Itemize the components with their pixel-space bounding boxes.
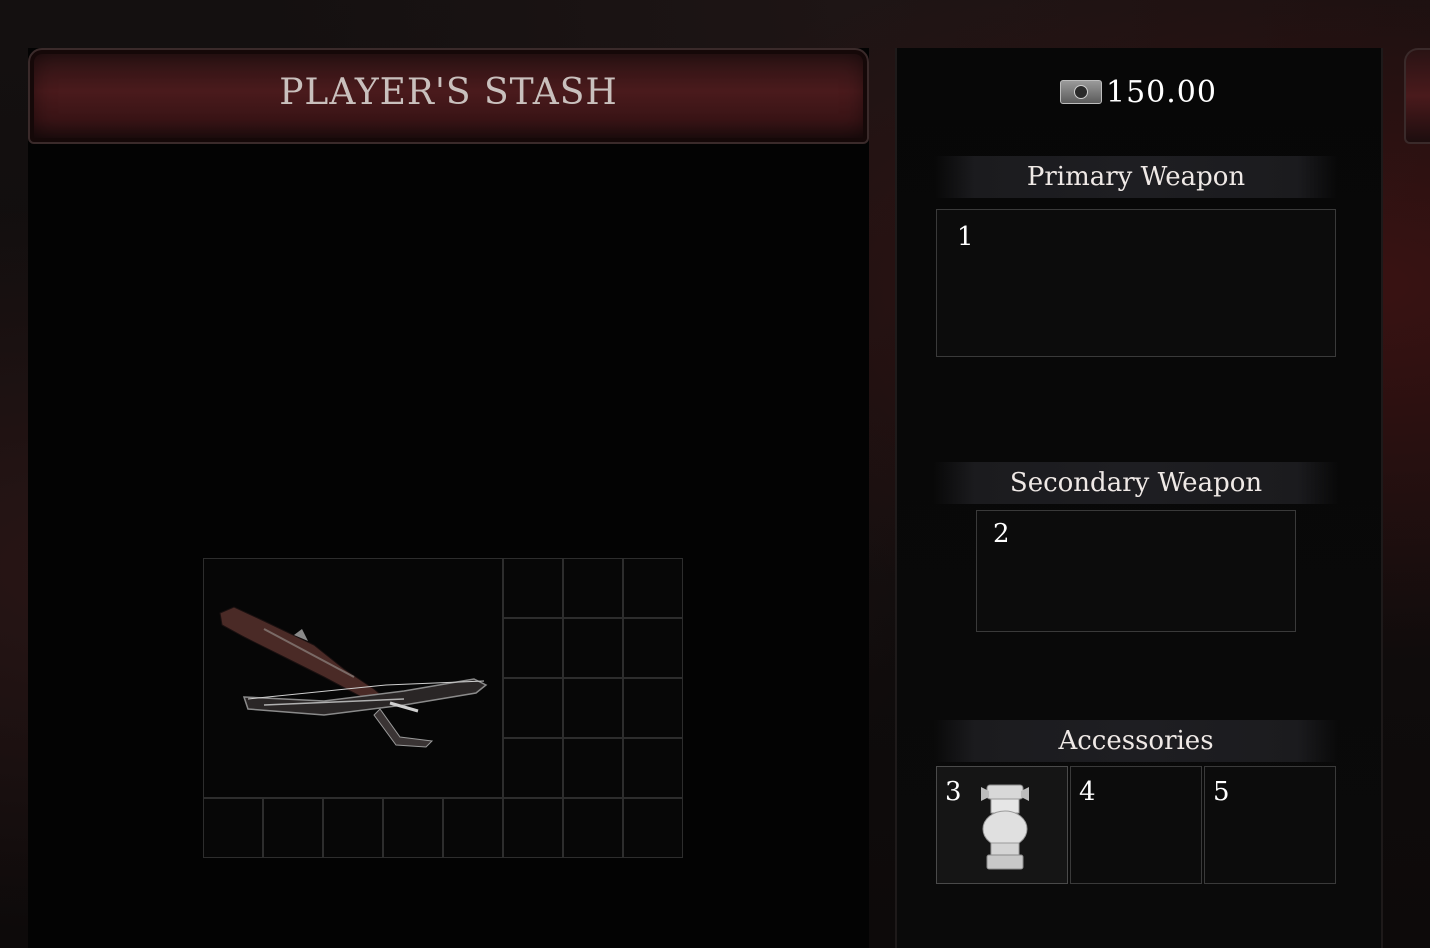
stash-item-crossbow[interactable] — [203, 558, 503, 798]
accessories-title: Accessories — [934, 720, 1338, 762]
accessory-slot-3[interactable]: 3 — [936, 766, 1068, 884]
stash-cell[interactable] — [503, 678, 563, 738]
stash-grid — [203, 558, 683, 858]
primary-weapon-slot[interactable]: 1 — [936, 209, 1336, 357]
stash-cell[interactable] — [563, 678, 623, 738]
accessory-slot-4[interactable]: 4 — [1070, 766, 1202, 884]
slot-number: 3 — [945, 777, 962, 807]
stash-header: PLAYER'S STASH — [28, 48, 869, 144]
currency-display: 150.00 — [1060, 72, 1217, 112]
stash-cell[interactable] — [623, 738, 683, 798]
stash-cell[interactable] — [563, 618, 623, 678]
stash-cell[interactable] — [503, 558, 563, 618]
stash-cell[interactable] — [623, 618, 683, 678]
stash-title: PLAYER'S STASH — [279, 72, 618, 113]
stash-cell[interactable] — [563, 558, 623, 618]
stash-cell[interactable] — [323, 798, 383, 858]
crossbow-icon — [219, 606, 488, 748]
bandage-icon — [981, 784, 1029, 870]
stash-cell[interactable] — [563, 798, 623, 858]
currency-value: 150.00 — [1106, 74, 1217, 110]
secondary-weapon-slot[interactable]: 2 — [976, 510, 1296, 632]
stash-cell[interactable] — [503, 798, 563, 858]
stash-cell[interactable] — [203, 798, 263, 858]
slot-number: 1 — [957, 222, 974, 252]
stash-cell[interactable] — [623, 798, 683, 858]
secondary-weapon-title: Secondary Weapon — [934, 462, 1338, 504]
slot-number: 4 — [1079, 777, 1096, 807]
next-panel-header-edge — [1404, 48, 1430, 144]
stash-cell[interactable] — [383, 798, 443, 858]
stash-cell[interactable] — [503, 738, 563, 798]
accessory-slot-5[interactable]: 5 — [1204, 766, 1336, 884]
coin-icon — [1060, 80, 1102, 104]
stash-cell[interactable] — [263, 798, 323, 858]
stash-cell[interactable] — [563, 738, 623, 798]
slot-number: 2 — [993, 519, 1010, 549]
stash-cell[interactable] — [623, 558, 683, 618]
stash-cell[interactable] — [503, 618, 563, 678]
slot-number: 5 — [1213, 777, 1230, 807]
stash-cell[interactable] — [623, 678, 683, 738]
stash-cell[interactable] — [443, 798, 503, 858]
primary-weapon-title: Primary Weapon — [934, 156, 1338, 198]
